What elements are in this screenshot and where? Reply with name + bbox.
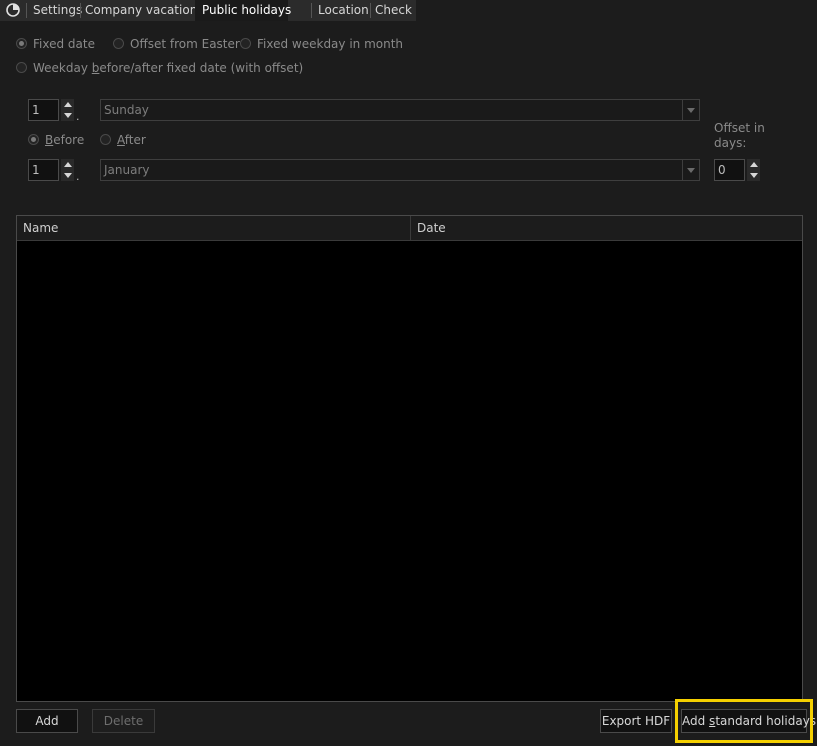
delete-button[interactable]: Delete xyxy=(92,709,155,733)
arrow-down-icon xyxy=(64,173,72,178)
radio-dot xyxy=(240,38,251,49)
tab-separator xyxy=(370,3,371,18)
dropdown-button[interactable] xyxy=(682,160,699,180)
offset-label-line: days: xyxy=(714,136,747,150)
column-header-date[interactable]: Date xyxy=(410,216,802,240)
month-select[interactable]: January xyxy=(100,159,700,181)
label-accelerator: B xyxy=(45,133,54,147)
arrow-up-icon xyxy=(64,102,72,107)
label-part: efore/after fixed date (with offset) xyxy=(99,61,304,75)
tab-strip: Settings Company vacations Public holida… xyxy=(0,0,416,21)
radio-label: Fixed date xyxy=(33,37,95,51)
holidays-table[interactable]: Name Date xyxy=(16,215,803,702)
tab-settings[interactable]: Settings xyxy=(33,0,82,21)
radio-label: Before xyxy=(45,132,84,148)
arrow-up-icon xyxy=(750,162,758,167)
chevron-down-icon xyxy=(687,168,695,173)
spin-up-button[interactable] xyxy=(61,99,74,110)
spin-down-button[interactable] xyxy=(61,170,74,181)
ordinal-dot: . xyxy=(76,170,80,183)
day-number-field[interactable]: 1 xyxy=(28,159,59,181)
weekday-select-value: Sunday xyxy=(104,103,149,117)
tab-bar: Settings Company vacations Public holida… xyxy=(0,0,817,21)
radio-label: Offset from Easter xyxy=(130,37,240,51)
spin-down-button[interactable] xyxy=(61,110,74,121)
dropdown-button[interactable] xyxy=(682,100,699,120)
radio-dot xyxy=(100,134,111,145)
label-part: efore xyxy=(53,133,85,147)
radio-dot-selected xyxy=(28,134,39,145)
table-header: Name Date xyxy=(17,216,802,241)
offset-label: Offset in days: xyxy=(714,121,765,151)
label-part: Weekday xyxy=(33,61,92,75)
weekday-number-field[interactable]: 1 xyxy=(28,99,59,121)
spin-up-button[interactable] xyxy=(747,159,760,170)
ordinal-dot: . xyxy=(76,110,80,123)
arrow-down-icon xyxy=(64,113,72,118)
label-part: fter xyxy=(124,133,146,147)
radio-label: Weekday before/after fixed date (with of… xyxy=(33,60,303,76)
arrow-down-icon xyxy=(750,173,758,178)
radio-dot xyxy=(16,62,27,73)
month-select-value: January xyxy=(104,163,150,177)
chevron-down-icon xyxy=(687,108,695,113)
spin-down-button[interactable] xyxy=(747,170,760,181)
clock-icon xyxy=(6,3,20,17)
tab-separator xyxy=(311,3,312,18)
radio-dot-selected xyxy=(16,38,27,49)
tab-check[interactable]: Check xyxy=(375,0,412,21)
tab-company-vacations[interactable]: Company vacations xyxy=(85,0,204,21)
radio-label: After xyxy=(117,132,146,148)
export-hdf-button[interactable]: Export HDF xyxy=(600,709,672,733)
tab-separator xyxy=(26,3,27,18)
add-button[interactable]: Add xyxy=(16,709,78,733)
offset-days-spinbox[interactable]: 0 xyxy=(714,159,766,181)
radio-dot xyxy=(113,38,124,49)
tab-public-holidays[interactable]: Public holidays xyxy=(195,0,291,21)
weekday-select[interactable]: Sunday xyxy=(100,99,700,121)
weekday-number-spinbox[interactable]: 1 . xyxy=(28,99,80,123)
offset-days-field[interactable]: 0 xyxy=(714,159,745,181)
day-number-spinbox[interactable]: 1 . xyxy=(28,159,80,183)
tab-separator xyxy=(80,3,81,18)
spin-up-button[interactable] xyxy=(61,159,74,170)
column-header-name[interactable]: Name xyxy=(17,216,410,240)
arrow-up-icon xyxy=(64,162,72,167)
tab-location[interactable]: Location xyxy=(318,0,369,21)
offset-label-line: Offset in xyxy=(714,121,765,135)
radio-label: Fixed weekday in month xyxy=(257,37,404,51)
highlight-box xyxy=(675,699,813,743)
label-accelerator: A xyxy=(117,133,125,147)
